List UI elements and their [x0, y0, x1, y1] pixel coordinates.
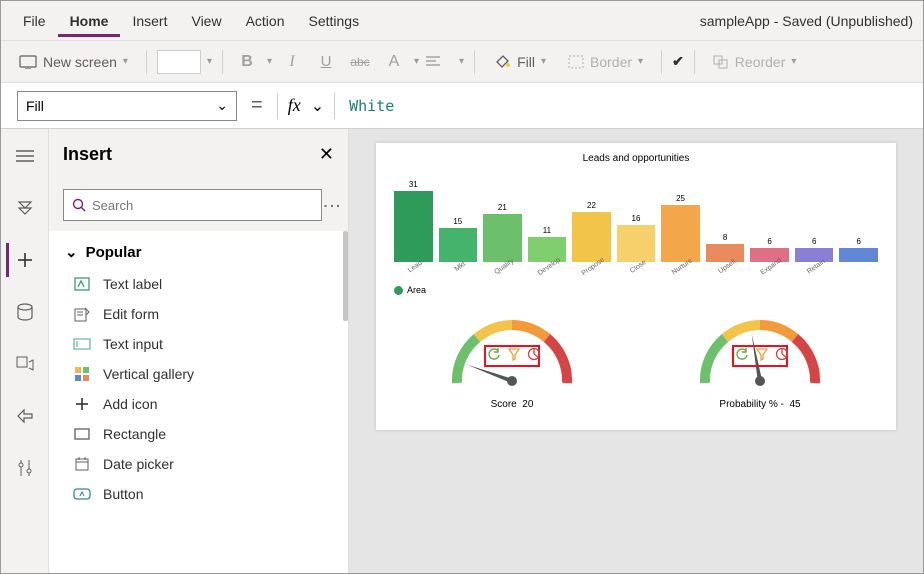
insert-item-label: Vertical gallery [103, 366, 194, 382]
insert-item-label: Date picker [103, 456, 174, 472]
border-icon [568, 55, 584, 69]
chevron-down-icon: ⌄ [65, 243, 78, 261]
insert-item-label: Rectangle [103, 426, 166, 442]
insert-item[interactable]: Vertical gallery [57, 359, 340, 389]
menu-settings[interactable]: Settings [297, 5, 372, 37]
text-input-icon [73, 338, 91, 350]
gauge: Probability % - 45 [685, 303, 835, 410]
menu-file[interactable]: File [11, 5, 58, 37]
chart-icon[interactable] [527, 347, 541, 361]
search-input[interactable] [63, 189, 322, 221]
fx-icon[interactable]: fx [288, 95, 301, 116]
filter-icon[interactable] [755, 347, 769, 361]
chart-title: Leads and opportunities [388, 153, 884, 164]
chevron-down-icon: ⌄ [216, 97, 228, 114]
rail-media[interactable] [8, 347, 42, 381]
filter-icon[interactable] [507, 347, 521, 361]
rail-hamburger[interactable] [8, 139, 42, 173]
insert-item[interactable]: Button [57, 479, 340, 509]
insert-item-label: Text label [103, 276, 162, 292]
menu-view[interactable]: View [179, 5, 233, 37]
insert-item[interactable]: Text input [57, 329, 340, 359]
color-swatch[interactable] [157, 50, 201, 74]
gauge-label: Probability % - 45 [719, 399, 800, 410]
menu-bar: File Home Insert View Action Settings sa… [1, 1, 923, 41]
app-preview[interactable]: Leads and opportunities 3115211122162586… [376, 143, 896, 430]
equals-label: = [247, 94, 267, 117]
left-rail [1, 129, 49, 573]
insert-item[interactable]: Date picker [57, 449, 340, 479]
plus-icon [73, 397, 91, 411]
italic-button[interactable]: I [278, 53, 306, 71]
chart-legend: Area [394, 285, 884, 295]
refresh-icon[interactable] [487, 347, 501, 361]
expand-icon[interactable]: ✔ [672, 53, 684, 70]
new-screen-button[interactable]: New screen ▾ [11, 50, 136, 74]
insert-item-label: Text input [103, 336, 163, 352]
chevron-down-icon[interactable]: ▾ [207, 56, 212, 67]
ribbon: New screen ▾ ▾ B▾ I U abc A▾ ▾ Fill▾ Bor… [1, 41, 923, 83]
gallery-icon [73, 367, 91, 381]
insert-item[interactable]: Edit form [57, 299, 340, 329]
insert-item[interactable]: Text label [57, 269, 340, 299]
canvas[interactable]: Leads and opportunities 3115211122162586… [349, 129, 923, 573]
menu-action[interactable]: Action [234, 5, 297, 37]
menu-insert[interactable]: Insert [120, 5, 179, 37]
font-color-button[interactable]: A [380, 53, 408, 71]
insert-item-label: Edit form [103, 306, 159, 322]
refresh-icon[interactable] [735, 347, 749, 361]
reorder-button[interactable]: Reorder▾ [705, 50, 805, 74]
reorder-label: Reorder [735, 54, 786, 70]
close-icon[interactable]: ✕ [319, 144, 334, 165]
rail-data[interactable] [8, 295, 42, 329]
gauge: Score 20 [437, 303, 587, 410]
rail-flows[interactable] [8, 399, 42, 433]
border-button[interactable]: Border▾ [560, 50, 651, 74]
bar-chart: 311521112216258666 [388, 172, 884, 262]
fill-label: Fill [517, 54, 535, 70]
property-selector[interactable]: Fill ⌄ [17, 91, 237, 121]
chart-icon[interactable] [775, 347, 789, 361]
insert-item[interactable]: Add icon [57, 389, 340, 419]
scrollbar[interactable] [343, 231, 348, 321]
edit-form-icon [73, 306, 91, 322]
insert-item[interactable]: Rectangle [57, 419, 340, 449]
rectangle-icon [73, 428, 91, 440]
rail-insert[interactable] [6, 243, 40, 277]
button-icon [73, 488, 91, 500]
chevron-down-icon: ▾ [123, 56, 128, 67]
rail-settings[interactable] [8, 451, 42, 485]
gauge-label: Score 20 [491, 399, 534, 410]
align-button[interactable] [425, 55, 453, 69]
screen-icon [19, 55, 37, 69]
chevron-down-icon[interactable]: ⌄ [311, 96, 324, 116]
bold-button[interactable]: B [233, 53, 261, 71]
strike-button[interactable]: abc [346, 55, 374, 69]
menu-home[interactable]: Home [58, 5, 121, 37]
search-field[interactable] [92, 198, 313, 213]
insert-item-label: Add icon [103, 396, 157, 412]
underline-button[interactable]: U [312, 53, 340, 70]
app-status: sampleApp - Saved (Unpublished) [700, 13, 913, 29]
insert-item-label: Button [103, 486, 143, 502]
calendar-icon [73, 457, 91, 471]
fill-button[interactable]: Fill▾ [485, 50, 554, 74]
formula-input[interactable]: White [345, 93, 907, 119]
formula-bar: Fill ⌄ = fx ⌄ White [1, 83, 923, 129]
more-icon[interactable]: ⋮ [330, 197, 334, 214]
reorder-icon [713, 55, 729, 69]
new-screen-label: New screen [43, 54, 117, 70]
border-label: Border [590, 54, 632, 70]
insert-title: Insert [63, 144, 112, 165]
category-header[interactable]: ⌄ Popular [57, 235, 340, 269]
rail-tree[interactable] [8, 191, 42, 225]
category-label: Popular [86, 244, 142, 261]
text-label-icon [73, 277, 91, 291]
insert-pane: Insert ✕ ⋮ ⌄ Popular Text label Edit form… [49, 129, 349, 573]
search-icon [72, 198, 86, 212]
property-name: Fill [26, 98, 44, 114]
paint-bucket-icon [493, 54, 511, 70]
